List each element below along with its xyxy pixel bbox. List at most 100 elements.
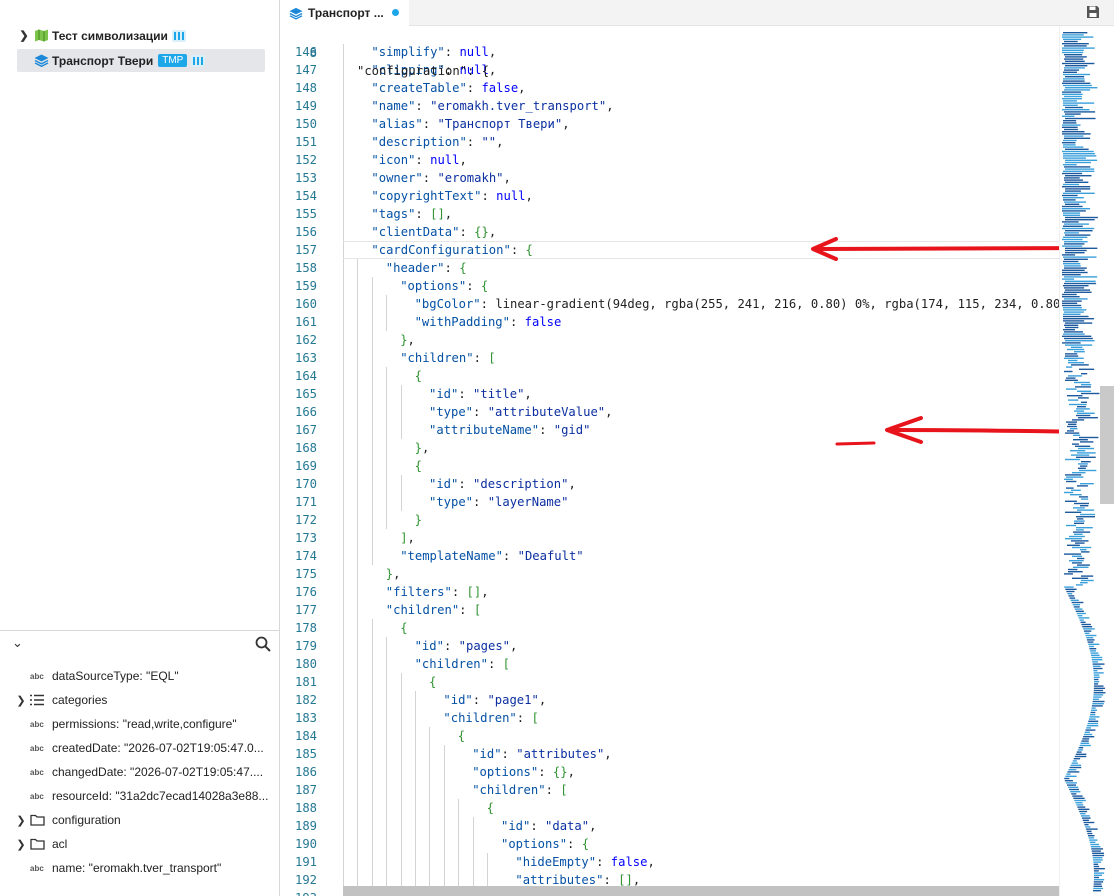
code-line[interactable]: 181 { <box>281 673 1059 691</box>
chevron-down-icon[interactable]: ⌄ <box>12 635 23 651</box>
code-line[interactable]: 149 "name": "eromakh.tver_transport", <box>281 97 1059 115</box>
unsaved-indicator-icon <box>392 9 399 16</box>
minimap-line <box>1080 465 1088 467</box>
code-line[interactable]: 179 "id": "pages", <box>281 637 1059 655</box>
code-line[interactable]: 151 "description": "", <box>281 133 1059 151</box>
code-line[interactable]: 158 "header": { <box>281 259 1059 277</box>
code-line[interactable]: 154 "copyrightText": null, <box>281 187 1059 205</box>
minimap-slider[interactable] <box>1100 386 1114 504</box>
folder-icon <box>30 837 46 851</box>
chevron-right-icon[interactable]: ❯ <box>12 694 30 707</box>
code-line[interactable]: 167 "attributeName": "gid" <box>281 421 1059 439</box>
code-area[interactable]: 146"simplify": null,147"clipping": null,… <box>281 26 1059 896</box>
minimap-line <box>1070 428 1078 430</box>
minimap-line <box>1072 760 1077 762</box>
code-text: "id": "data", <box>501 819 597 833</box>
code-line[interactable]: 183 "children": [ <box>281 709 1059 727</box>
chevron-right-icon[interactable]: ❯ <box>17 29 31 42</box>
code-line[interactable]: 170 "id": "description", <box>281 475 1059 493</box>
code-line[interactable]: 152 "icon": null, <box>281 151 1059 169</box>
save-icon[interactable] <box>1086 5 1100 19</box>
minimap-line <box>1093 861 1102 863</box>
code-line[interactable]: 162}, <box>281 331 1059 349</box>
minimap-line <box>1064 243 1085 245</box>
tree-item-tver-transport[interactable]: Транспорт Твери TMP <box>17 49 265 72</box>
property-item[interactable]: abc permissions: "read,write,configure" <box>0 714 280 734</box>
chevron-right-icon[interactable]: ❯ <box>12 838 30 851</box>
code-line[interactable]: 163 "children": [ <box>281 349 1059 367</box>
code-line[interactable]: 150 "alias": "Транспорт Твери", <box>281 115 1059 133</box>
code-line[interactable]: 186 "options": {}, <box>281 763 1059 781</box>
minimap-line <box>1065 175 1092 177</box>
code-line[interactable]: 156 "clientData": {}, <box>281 223 1059 241</box>
code-line[interactable]: 174 "templateName": "Deafult" <box>281 547 1059 565</box>
code-line[interactable]: 190 "options": { <box>281 835 1059 853</box>
minimap-line <box>1063 153 1095 155</box>
code-line[interactable]: 185 "id": "attributes", <box>281 745 1059 763</box>
code-line[interactable]: 173], <box>281 529 1059 547</box>
minimap-line <box>1092 663 1105 665</box>
code-line[interactable]: 184 { <box>281 727 1059 745</box>
minimap-line <box>1070 494 1082 496</box>
code-line[interactable]: 175}, <box>281 565 1059 583</box>
code-line[interactable]: 177 "children": [ <box>281 601 1059 619</box>
chevron-right-icon[interactable]: ❯ <box>12 814 30 827</box>
minimap-line <box>1066 480 1077 483</box>
minimap[interactable] <box>1059 26 1114 896</box>
property-item[interactable]: abc dataSourceType: "EQL" <box>0 666 280 686</box>
search-icon[interactable] <box>255 636 271 652</box>
sticky-scroll-line[interactable]: 8 "configuration": { <box>281 26 1059 78</box>
code-line[interactable]: 166 "type": "attributeValue", <box>281 403 1059 421</box>
minimap-line <box>1077 406 1086 408</box>
property-item[interactable]: ❯ categories <box>0 690 280 710</box>
code-line[interactable]: 189 "id": "data", <box>281 817 1059 835</box>
code-line[interactable]: 188 { <box>281 799 1059 817</box>
minimap-line <box>1087 832 1093 835</box>
code-line[interactable]: 155 "tags": [], <box>281 205 1059 223</box>
minimap-line <box>1063 197 1084 199</box>
line-number: 157 <box>294 243 317 257</box>
code-text: }, <box>400 333 415 347</box>
property-item[interactable]: ❯ acl <box>0 834 280 854</box>
property-item[interactable]: abc name: "eromakh.tver_transport" <box>0 858 280 878</box>
code-line[interactable]: 180 "children": [ <box>281 655 1059 673</box>
code-line[interactable]: 171 "type": "layerName" <box>281 493 1059 511</box>
minimap-line <box>1064 223 1089 225</box>
minimap-line <box>1083 630 1092 632</box>
line-number: 151 <box>294 135 317 149</box>
minimap-line <box>1091 709 1098 711</box>
minimap-line <box>1063 212 1081 214</box>
code-line[interactable]: 176 "filters": [], <box>281 583 1059 601</box>
minimap-line <box>1068 362 1085 364</box>
minimap-line <box>1075 386 1091 388</box>
code-line[interactable]: 169 { <box>281 457 1059 475</box>
horizontal-scrollbar[interactable] <box>343 886 1059 896</box>
code-line[interactable]: 159 "options": { <box>281 277 1059 295</box>
minimap-line <box>1071 346 1083 348</box>
code-line[interactable]: 182 "id": "page1", <box>281 691 1059 709</box>
property-item[interactable]: abc changedDate: "2026-07-02T19:05:47.... <box>0 762 280 782</box>
property-item[interactable]: ❯ configuration <box>0 810 280 830</box>
code-line[interactable]: 178 { <box>281 619 1059 637</box>
code-line[interactable]: 164 { <box>281 367 1059 385</box>
code-line[interactable]: 165 "id": "title", <box>281 385 1059 403</box>
code-line[interactable]: 191 "hideEmpty": false, <box>281 853 1059 871</box>
code-text: "alias": "Транспорт Твери", <box>371 117 570 131</box>
code-line[interactable]: 161 "withPadding": false <box>281 313 1059 331</box>
code-line[interactable]: 172} <box>281 511 1059 529</box>
property-item[interactable]: abc createdDate: "2026-07-02T19:05:47.0..… <box>0 738 280 758</box>
minimap-line <box>1065 474 1082 476</box>
property-item[interactable]: abc resourceId: "31a2dc7ecad14028a3e88... <box>0 786 280 806</box>
minimap-line <box>1071 762 1078 764</box>
property-text: changedDate: "2026-07-02T19:05:47.... <box>52 765 264 779</box>
code-line[interactable]: 160 "bgColor": linear-gradient(94deg, rgb… <box>281 295 1059 313</box>
tab-tver-transport[interactable]: Транспорт ... <box>281 0 409 26</box>
code-line[interactable]: 153 "owner": "eromakh", <box>281 169 1059 187</box>
code-line[interactable]: 148"createTable": false, <box>281 79 1059 97</box>
code-line[interactable]: 168}, <box>281 439 1059 457</box>
code-line[interactable]: 157 "cardConfiguration": { <box>281 241 1059 259</box>
code-line[interactable]: 187 "children": [ <box>281 781 1059 799</box>
minimap-line <box>1065 190 1081 192</box>
code-line[interactable]: 146"simplify": null, <box>281 43 1059 61</box>
tree-item-test-symbolization[interactable]: ❯ Тест символизации <box>17 24 265 47</box>
